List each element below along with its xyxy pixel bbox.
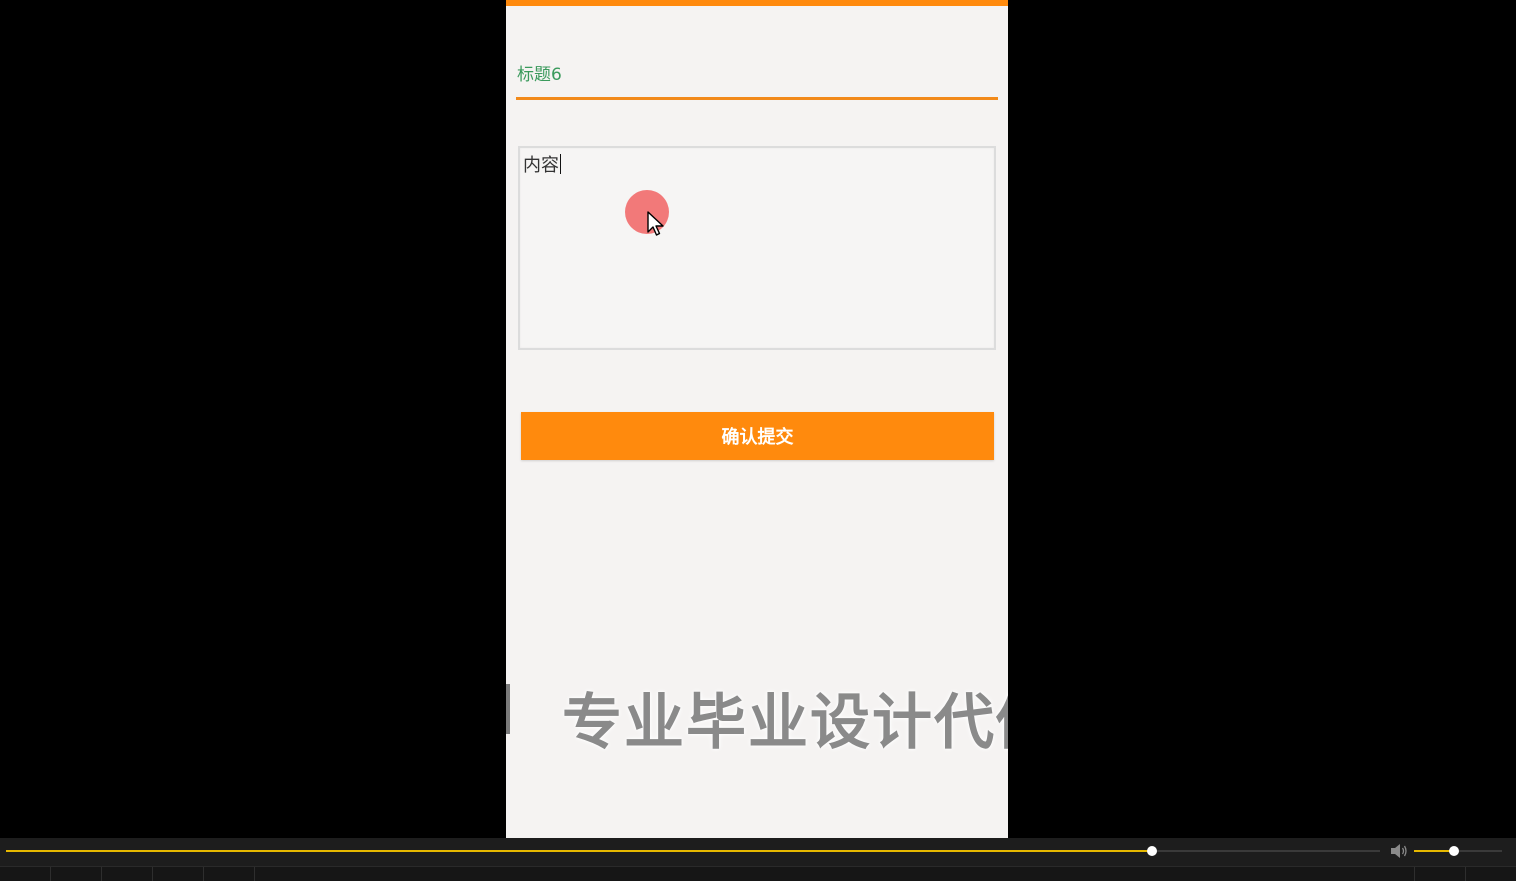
title-input[interactable]: 标题6 <box>516 56 998 100</box>
volume-slider[interactable] <box>1414 846 1502 856</box>
title-input-value: 标题6 <box>517 65 562 85</box>
watermark-fragment <box>506 684 510 734</box>
progress-handle[interactable] <box>1146 846 1157 856</box>
mouse-pointer-icon <box>647 211 664 236</box>
control-button[interactable] <box>1414 867 1466 881</box>
header-bar <box>506 0 1008 6</box>
control-button[interactable] <box>102 867 153 881</box>
progress-bar[interactable] <box>6 846 1380 856</box>
control-buttons-row <box>0 866 1516 881</box>
watermark-text: 专业毕业设计代做 <box>562 688 1008 754</box>
volume-handle[interactable] <box>1448 846 1459 856</box>
video-frame: 标题6 内容 确认提交 专业毕业设计代做 <box>0 0 1516 838</box>
speaker-icon[interactable] <box>1390 843 1408 859</box>
submit-button[interactable]: 确认提交 <box>521 412 994 460</box>
content-textarea[interactable]: 内容 <box>518 146 996 350</box>
phone-screen: 标题6 内容 确认提交 专业毕业设计代做 <box>506 0 1008 838</box>
progress-fill <box>6 850 1152 852</box>
control-button[interactable] <box>153 867 204 881</box>
text-caret <box>560 154 561 174</box>
control-button[interactable] <box>51 867 102 881</box>
volume-fill <box>1414 850 1454 852</box>
player-controls <box>0 838 1516 881</box>
control-button[interactable] <box>0 867 51 881</box>
content-textarea-value: 内容 <box>523 154 561 176</box>
control-button[interactable] <box>204 867 255 881</box>
watermark: 专业毕业设计代做 <box>506 674 1008 754</box>
